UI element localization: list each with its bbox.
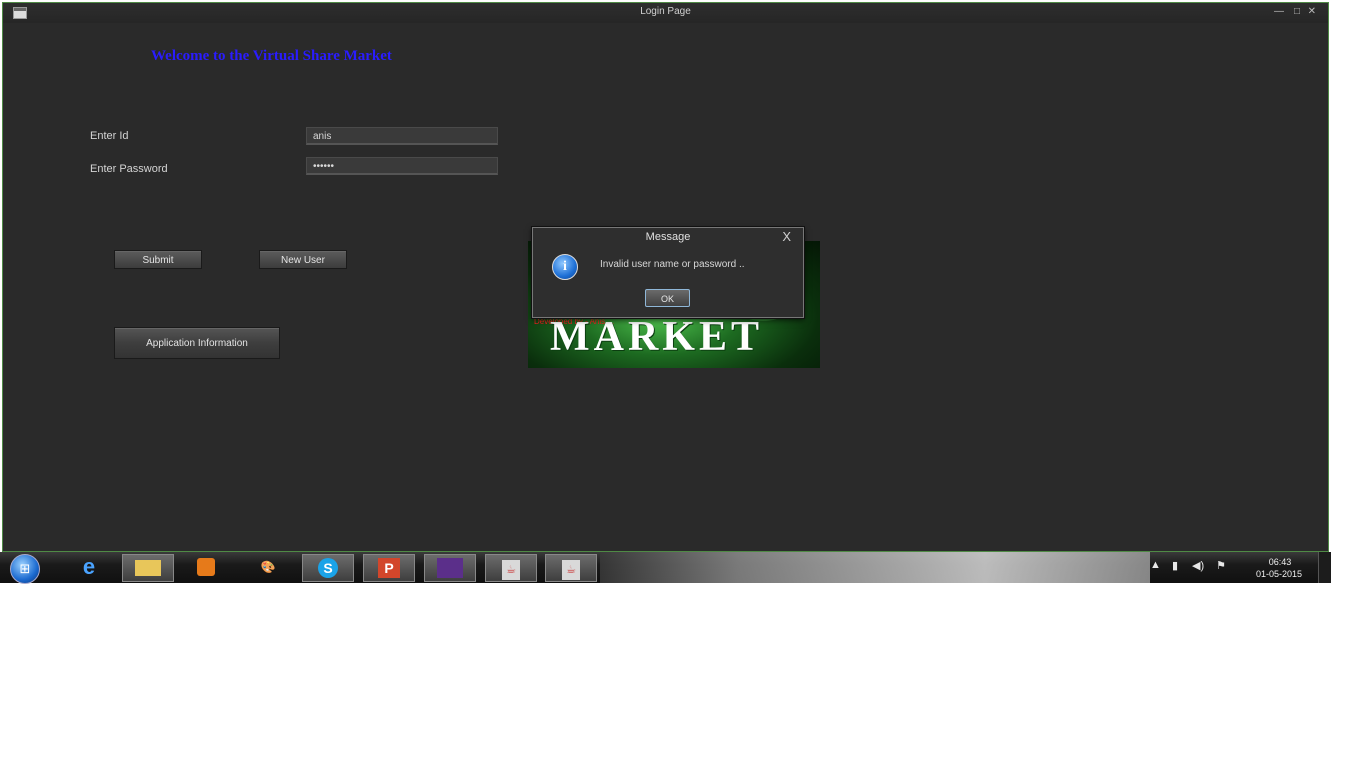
- taskbar-background: [600, 552, 1150, 583]
- dialog-message: Invalid user name or password ..: [600, 259, 745, 270]
- java-app-icon[interactable]: ☕: [485, 554, 537, 582]
- new-user-button[interactable]: New User: [259, 250, 347, 269]
- dialog-title: Message: [645, 231, 691, 243]
- show-desktop-button[interactable]: [1318, 552, 1331, 583]
- volume-icon[interactable]: ◀): [1192, 559, 1204, 572]
- dialog-close-icon[interactable]: X: [782, 229, 791, 244]
- banner-market-word: MARKET: [550, 314, 763, 360]
- network-icon[interactable]: ▮: [1172, 559, 1178, 572]
- skype-icon[interactable]: S: [302, 554, 354, 582]
- powerpoint-icon[interactable]: P: [363, 554, 415, 582]
- up-arrow-icon[interactable]: ▲: [1150, 559, 1161, 571]
- paint-icon[interactable]: 🎨: [242, 554, 294, 582]
- window-title: Login Page: [640, 6, 691, 17]
- welcome-heading: Welcome to the Virtual Share Market: [151, 48, 392, 64]
- internet-explorer-icon[interactable]: e: [63, 554, 115, 582]
- id-field[interactable]: anis: [306, 127, 498, 145]
- close-button[interactable]: ✕: [1308, 6, 1316, 17]
- ok-button[interactable]: OK: [645, 289, 690, 307]
- password-label: Enter Password: [90, 163, 168, 175]
- application-information-button[interactable]: Application Information: [114, 327, 280, 359]
- taskbar: ⊞ e 🎨 S P ☕ ☕ ▲ ▮ ◀) ⚑: [0, 552, 1330, 584]
- app-icon[interactable]: [424, 554, 476, 582]
- submit-button[interactable]: Submit: [114, 250, 202, 269]
- password-field[interactable]: ••••••: [306, 157, 498, 175]
- start-button[interactable]: ⊞: [10, 554, 40, 584]
- title-bar[interactable]: Login Page — □ ✕: [3, 3, 1328, 23]
- info-icon: i: [552, 254, 578, 280]
- clock-date[interactable]: 01-05-2015: [1246, 569, 1312, 579]
- id-label: Enter Id: [90, 130, 129, 142]
- file-explorer-icon[interactable]: [122, 554, 174, 582]
- minimize-button[interactable]: —: [1274, 6, 1284, 17]
- java-app-icon[interactable]: ☕: [545, 554, 597, 582]
- media-player-icon[interactable]: [180, 554, 232, 582]
- message-dialog: Message X i Invalid user name or passwor…: [532, 227, 804, 318]
- action-center-icon[interactable]: ⚑: [1216, 559, 1226, 572]
- maximize-button[interactable]: □: [1294, 6, 1300, 17]
- clock-time[interactable]: 06:43: [1260, 557, 1300, 567]
